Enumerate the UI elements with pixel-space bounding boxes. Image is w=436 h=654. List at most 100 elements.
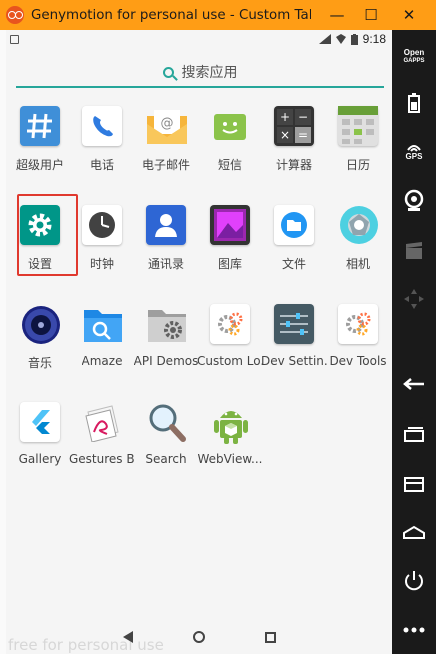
maximize-button[interactable]: ☐	[354, 0, 388, 30]
app-sms[interactable]: 短信	[198, 106, 262, 186]
app-search[interactable]: Search	[134, 402, 198, 482]
dpad-button[interactable]	[392, 284, 436, 314]
clapper-icon	[406, 242, 422, 259]
app-label: 电话	[89, 158, 114, 172]
app-label: API Demos	[133, 354, 199, 368]
app-files[interactable]: 文件	[262, 205, 326, 285]
app-label: Amaze	[81, 354, 123, 368]
app-superuser[interactable]: 超级用户	[8, 106, 72, 186]
back-button[interactable]	[392, 372, 436, 396]
app-label: Search	[145, 452, 187, 466]
app-clock[interactable]: 时钟	[70, 205, 134, 285]
status-time: 9:18	[362, 32, 386, 46]
svg-text:=: =	[298, 128, 308, 142]
webcam-icon	[404, 189, 424, 211]
music-icon	[20, 304, 60, 344]
nav-back-button[interactable]	[122, 631, 133, 643]
calculator-icon: + − × =	[274, 106, 314, 146]
superuser-icon	[20, 106, 60, 146]
search-icon	[162, 66, 174, 78]
nav-home-button[interactable]	[192, 631, 205, 643]
app-search-bar[interactable]: 搜索应用	[16, 58, 384, 88]
app-label: 超级用户	[15, 158, 64, 172]
app-amaze[interactable]: Amaze	[70, 304, 134, 384]
app-label: 计算器	[275, 158, 312, 172]
app-label: WebView...	[197, 452, 263, 466]
webview-android-icon	[210, 402, 250, 444]
app-label: 音乐	[27, 356, 52, 370]
svg-text:−: −	[298, 110, 308, 124]
genymotion-logo-icon	[6, 6, 24, 24]
recent-apps-button[interactable]	[392, 422, 436, 446]
app-gallery-flutter[interactable]: Gallery	[8, 402, 72, 482]
battery-icon	[350, 33, 358, 45]
app-dev-tools[interactable]: Dev Tools	[326, 304, 390, 384]
email-icon: @	[146, 106, 187, 146]
app-api-demos[interactable]: API Demos	[134, 304, 198, 384]
back-arrow-icon	[403, 378, 424, 390]
more-options-button[interactable]	[392, 620, 436, 640]
home-button[interactable]	[392, 520, 436, 544]
app-email[interactable]: @ 电子邮件	[134, 106, 198, 186]
webcam-button[interactable]	[392, 186, 436, 216]
app-label: 通讯录	[147, 257, 184, 271]
opengapps-button[interactable]: Open GAPPS	[392, 44, 436, 70]
app-gallery[interactable]: 图库	[198, 205, 262, 285]
app-dev-settings[interactable]: Dev Settin...	[261, 304, 327, 384]
app-webview[interactable]: WebView...	[197, 402, 263, 482]
svg-text:@: @	[161, 116, 174, 131]
app-calendar[interactable]: 日历	[326, 106, 390, 186]
power-button[interactable]	[392, 566, 436, 594]
app-label: Custom Lo...	[197, 354, 263, 368]
sms-icon	[210, 106, 250, 146]
app-contacts[interactable]: 通讯录	[134, 205, 198, 285]
app-label: 文件	[281, 257, 306, 271]
phone-icon	[82, 106, 122, 146]
gallery-icon	[210, 205, 250, 245]
calendar-icon	[338, 106, 378, 146]
app-label: Dev Settin...	[261, 354, 327, 368]
android-screen: 9:18 搜索应用 超级用户 电话 @ 电子邮件 短信 +−× = 计算器	[0, 30, 392, 654]
dev-settings-icon	[274, 304, 314, 344]
signal-icon	[318, 34, 331, 44]
app-music[interactable]: 音乐	[8, 304, 72, 384]
nav-recents-button[interactable]	[264, 631, 276, 643]
search-label: 搜索应用	[181, 65, 238, 81]
app-label: 日历	[345, 158, 370, 172]
wifi-icon	[335, 34, 346, 44]
flutter-gallery-icon	[20, 402, 60, 442]
dev-tools-icon	[338, 304, 378, 344]
power-icon	[405, 571, 423, 591]
app-label: Gestures B...	[69, 452, 135, 466]
app-custom-locale[interactable]: Custom Lo...	[197, 304, 263, 384]
custom-locale-icon	[210, 304, 250, 344]
gps-button[interactable]: GPS	[392, 136, 436, 166]
minimize-button[interactable]: —	[320, 0, 354, 30]
svg-text:×: ×	[280, 128, 290, 142]
window-titlebar: Genymotion for personal use - Custom Tab…	[0, 0, 436, 30]
menu-icon	[404, 477, 424, 492]
app-phone[interactable]: 电话	[70, 106, 134, 186]
app-label: Gallery	[18, 452, 62, 466]
battery-widget-icon	[408, 93, 420, 113]
search-app-icon	[146, 402, 186, 442]
home-icon	[403, 525, 425, 539]
app-gestures-builder[interactable]: Gestures B...	[69, 402, 135, 482]
clock-icon	[82, 205, 122, 245]
genymotion-sidebar: Open GAPPS GPS	[392, 30, 436, 654]
app-label: 时钟	[89, 257, 114, 271]
menu-button[interactable]	[392, 472, 436, 496]
app-calculator[interactable]: + − × = 计算器	[262, 106, 326, 186]
gps-signal-icon	[407, 144, 421, 152]
app-camera[interactable]: 相机	[326, 205, 390, 285]
app-label: Dev Tools	[329, 354, 387, 368]
close-button[interactable]: ✕	[392, 0, 426, 30]
more-dots-icon	[403, 627, 425, 633]
battery-button[interactable]	[392, 90, 436, 116]
selection-highlight	[17, 194, 78, 276]
recent-apps-icon	[404, 427, 424, 442]
app-label: 图库	[217, 257, 242, 271]
amaze-folder-icon	[82, 304, 122, 344]
notification-icon	[10, 35, 19, 44]
capture-button[interactable]	[392, 236, 436, 266]
